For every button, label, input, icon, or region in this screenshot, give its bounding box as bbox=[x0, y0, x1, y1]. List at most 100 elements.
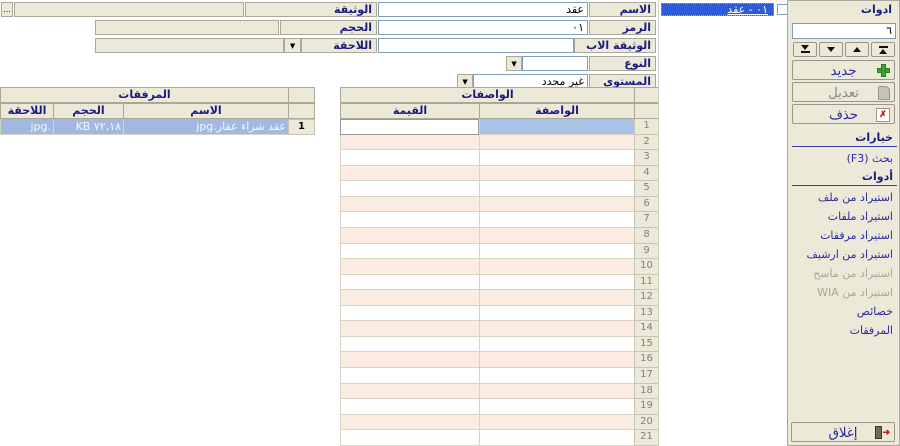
sidebar-link[interactable]: استيراد من ارشيف bbox=[788, 245, 900, 264]
row-number-cell[interactable]: 12 bbox=[634, 290, 659, 306]
descriptor-cell[interactable] bbox=[479, 259, 634, 275]
row-number-cell[interactable]: 6 bbox=[634, 197, 659, 213]
value-cell[interactable] bbox=[340, 197, 479, 213]
descriptor-cell[interactable] bbox=[479, 306, 634, 322]
sidebar-link[interactable]: خصائص bbox=[788, 302, 900, 321]
value-cell[interactable] bbox=[340, 228, 479, 244]
value-cell[interactable] bbox=[340, 368, 479, 384]
descriptor-cell[interactable] bbox=[479, 337, 634, 353]
row-number-cell[interactable]: 16 bbox=[634, 352, 659, 368]
descriptor-cell[interactable] bbox=[479, 212, 634, 228]
attachment-row-number-cell[interactable]: 1 bbox=[288, 119, 315, 135]
parent-doc-input[interactable] bbox=[378, 38, 574, 53]
value-cell[interactable] bbox=[340, 150, 479, 166]
value-cell[interactable] bbox=[340, 384, 479, 400]
suffix-field bbox=[95, 38, 284, 53]
row-number-cell[interactable]: 19 bbox=[634, 399, 659, 415]
descriptor-cell[interactable] bbox=[479, 228, 634, 244]
descriptor-cell[interactable] bbox=[479, 150, 634, 166]
descriptor-cell[interactable] bbox=[479, 321, 634, 337]
row-number-cell[interactable]: 5 bbox=[634, 181, 659, 197]
row-number-cell[interactable]: 9 bbox=[634, 244, 659, 260]
sidebar-link[interactable]: استيراد من ملف bbox=[788, 188, 900, 207]
tree-item-selected[interactable]: ٠١ - عقد bbox=[661, 3, 774, 16]
nav-prev-button[interactable] bbox=[845, 42, 869, 57]
size-field bbox=[95, 20, 279, 35]
code-input[interactable]: ٠١ bbox=[378, 20, 588, 35]
value-cell[interactable] bbox=[340, 415, 479, 431]
chevron-down-icon: ▼ bbox=[290, 42, 295, 50]
descriptor-cell[interactable] bbox=[479, 135, 634, 151]
sidebar-link[interactable]: استيراد ملفات bbox=[788, 207, 900, 226]
descriptor-cell[interactable] bbox=[479, 197, 634, 213]
suffix-dropdown-button[interactable]: ▼ bbox=[284, 38, 301, 53]
row-number-cell[interactable]: 13 bbox=[634, 306, 659, 322]
value-cell[interactable] bbox=[340, 337, 479, 353]
value-cell[interactable] bbox=[340, 306, 479, 322]
sidebar-link: استيراد من ماسح bbox=[788, 264, 900, 283]
value-cell[interactable] bbox=[340, 430, 479, 446]
descriptor-cell[interactable] bbox=[479, 119, 634, 135]
parent-doc-label: الوثيقة الاب bbox=[574, 38, 656, 53]
row-number-cell[interactable]: 15 bbox=[634, 337, 659, 353]
attachment-ext-cell[interactable]: jpg. bbox=[0, 119, 54, 135]
descriptor-cell[interactable] bbox=[479, 399, 634, 415]
value-cell[interactable] bbox=[340, 244, 479, 260]
value-cell[interactable] bbox=[340, 135, 479, 151]
descriptor-cell[interactable] bbox=[479, 415, 634, 431]
descriptor-cell[interactable] bbox=[479, 352, 634, 368]
value-cell[interactable] bbox=[340, 275, 479, 291]
value-cell[interactable] bbox=[340, 119, 479, 135]
descriptor-cell[interactable] bbox=[479, 290, 634, 306]
descriptor-row: 16 bbox=[340, 352, 659, 368]
row-number-cell[interactable]: 21 bbox=[634, 430, 659, 446]
descriptor-row: 10 bbox=[340, 259, 659, 275]
row-number-cell[interactable]: 1 bbox=[634, 119, 659, 135]
nav-next-button[interactable] bbox=[819, 42, 843, 57]
nav-last-button[interactable] bbox=[793, 42, 817, 57]
row-number-cell[interactable]: 7 bbox=[634, 212, 659, 228]
descriptor-row: 2 bbox=[340, 135, 659, 151]
row-number-cell[interactable]: 3 bbox=[634, 150, 659, 166]
name-input[interactable]: عقد bbox=[378, 2, 588, 17]
record-nav-buttons bbox=[792, 42, 896, 58]
row-number-cell[interactable]: 11 bbox=[634, 275, 659, 291]
browse-button[interactable]: ... bbox=[1, 2, 13, 17]
nav-first-button[interactable] bbox=[871, 42, 895, 57]
row-number-cell[interactable]: 10 bbox=[634, 259, 659, 275]
name-label: الاسم bbox=[589, 2, 656, 17]
row-number-cell[interactable]: 18 bbox=[634, 384, 659, 400]
descriptor-cell[interactable] bbox=[479, 430, 634, 446]
new-button[interactable]: جديد bbox=[792, 60, 895, 80]
type-dropdown-button[interactable]: ▼ bbox=[506, 56, 522, 71]
descriptor-cell[interactable] bbox=[479, 275, 634, 291]
row-number-cell[interactable]: 20 bbox=[634, 415, 659, 431]
attachment-size-cell[interactable]: KB ٧٢,١٨ bbox=[53, 119, 124, 135]
close-button[interactable]: إغلاق ➜ bbox=[791, 422, 895, 442]
value-cell[interactable] bbox=[340, 321, 479, 337]
row-number-cell[interactable]: 8 bbox=[634, 228, 659, 244]
row-number-cell[interactable]: 4 bbox=[634, 166, 659, 182]
descriptor-cell[interactable] bbox=[479, 384, 634, 400]
sidebar-link[interactable]: استيراد مرفقات bbox=[788, 226, 900, 245]
descriptor-cell[interactable] bbox=[479, 166, 634, 182]
value-cell[interactable] bbox=[340, 399, 479, 415]
value-cell[interactable] bbox=[340, 352, 479, 368]
value-cell[interactable] bbox=[340, 212, 479, 228]
delete-button[interactable]: حذف✗ bbox=[792, 104, 895, 124]
row-number-cell[interactable]: 2 bbox=[634, 135, 659, 151]
record-number-input[interactable]: ٦ bbox=[792, 23, 896, 39]
sidebar-link[interactable]: بحث (F3) bbox=[788, 149, 900, 168]
value-cell[interactable] bbox=[340, 259, 479, 275]
row-number-cell[interactable]: 14 bbox=[634, 321, 659, 337]
sidebar-link[interactable]: المرفقات bbox=[788, 321, 900, 340]
descriptor-cell[interactable] bbox=[479, 368, 634, 384]
value-cell[interactable] bbox=[340, 166, 479, 182]
descriptor-cell[interactable] bbox=[479, 181, 634, 197]
type-combo[interactable] bbox=[522, 56, 588, 71]
descriptor-cell[interactable] bbox=[479, 244, 634, 260]
value-cell[interactable] bbox=[340, 290, 479, 306]
value-cell[interactable] bbox=[340, 181, 479, 197]
row-number-cell[interactable]: 17 bbox=[634, 368, 659, 384]
attachment-name-cell[interactable]: عقد شراء عقار.jpg bbox=[123, 119, 289, 135]
